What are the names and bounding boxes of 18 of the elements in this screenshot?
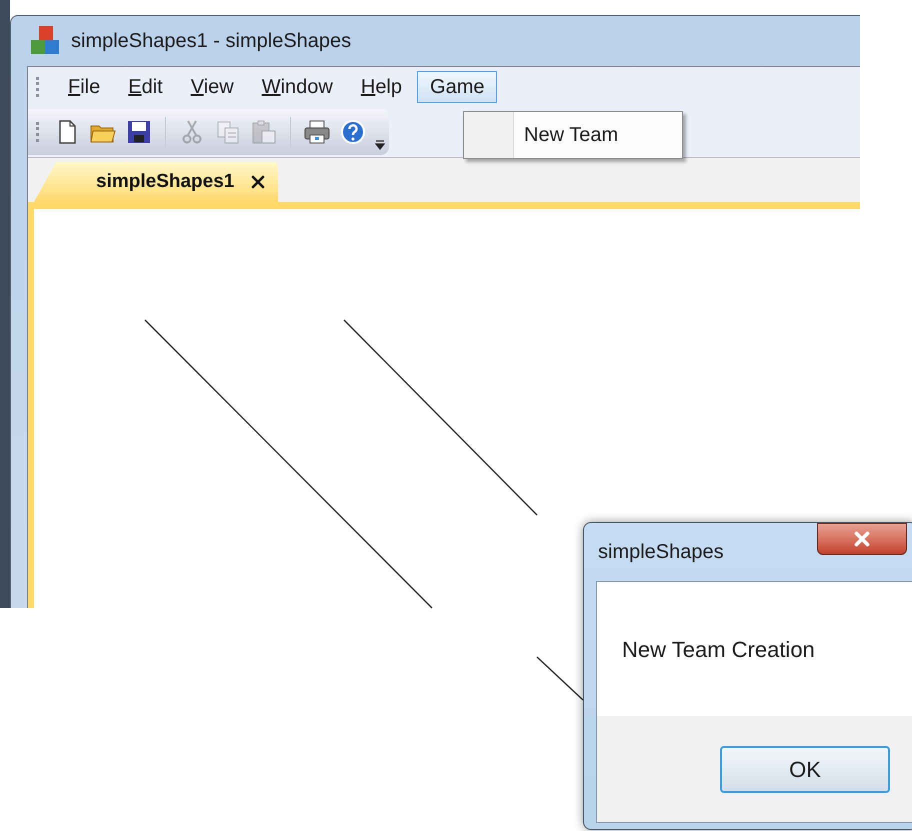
menu-item[interactable]: Edit bbox=[115, 71, 176, 103]
menu-item[interactable]: Help bbox=[348, 71, 416, 103]
menu-item[interactable]: File bbox=[55, 71, 114, 103]
menu-item[interactable]: Window bbox=[248, 71, 346, 103]
dialog-title: simpleShapes bbox=[597, 540, 724, 565]
close-button[interactable] bbox=[817, 523, 907, 555]
help-icon[interactable] bbox=[339, 118, 367, 146]
menu-item[interactable]: View bbox=[178, 71, 247, 103]
window-title: simpleShapes1 - simpleShapes bbox=[71, 29, 352, 54]
line-shape bbox=[536, 656, 584, 700]
menu-item[interactable]: New Team bbox=[514, 112, 682, 158]
ok-button[interactable]: OK bbox=[720, 746, 890, 792]
menu-item[interactable]: Game bbox=[417, 71, 498, 103]
grip-icon bbox=[36, 77, 39, 97]
grip-icon bbox=[36, 122, 39, 142]
document-tab[interactable]: simpleShapes1 bbox=[34, 162, 278, 202]
dialog-message: New Team Creation bbox=[622, 636, 815, 664]
printer-icon[interactable] bbox=[303, 118, 331, 146]
